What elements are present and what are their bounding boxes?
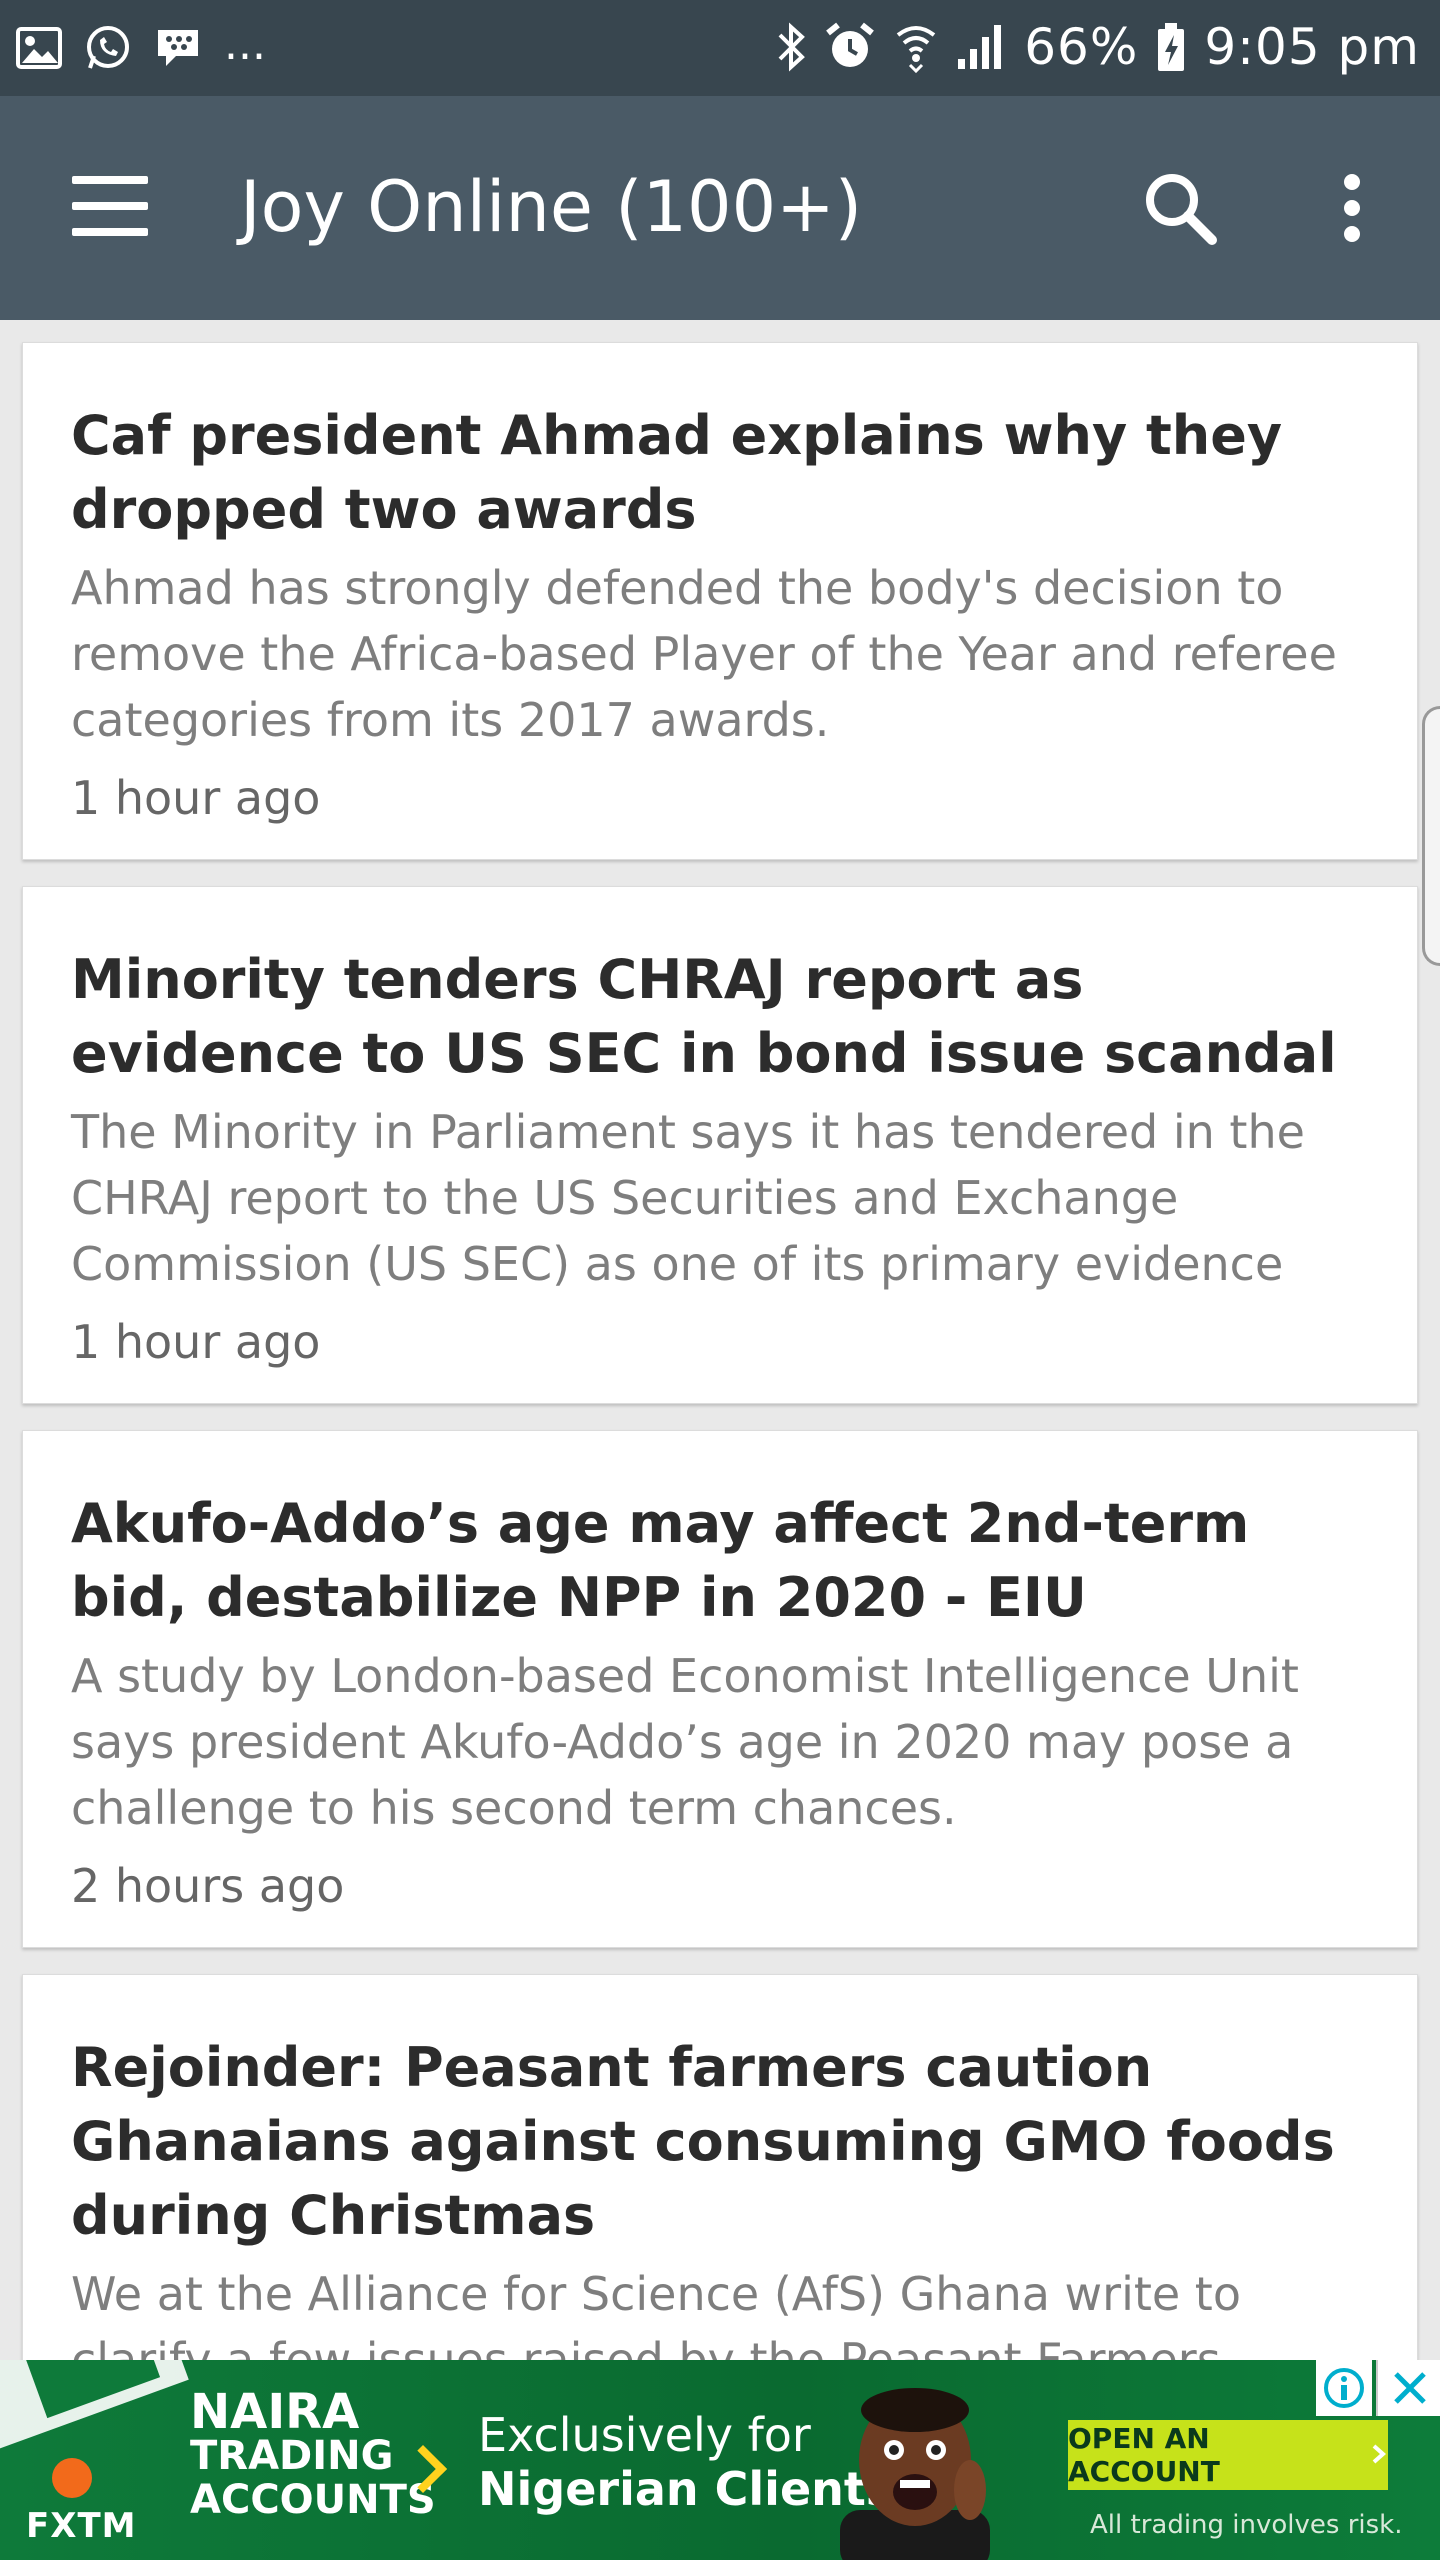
article-timestamp: 1 hour ago bbox=[71, 771, 321, 825]
article-timestamp: 2 hours ago bbox=[71, 1859, 345, 1913]
ad-headline-line: NAIRA bbox=[190, 2384, 360, 2440]
article-title: Akufo-Addo’s age may affect 2nd-term bid… bbox=[71, 1492, 1250, 1629]
article-title: Rejoinder: Peasant farmers caution Ghana… bbox=[71, 2036, 1335, 2247]
close-icon[interactable] bbox=[1376, 2360, 1440, 2416]
search-icon[interactable] bbox=[1140, 168, 1220, 248]
fast-scroll-handle[interactable] bbox=[1422, 706, 1440, 966]
clock: 9:05 pm bbox=[1204, 18, 1420, 76]
status-bar: ... 66% 9:05 pm bbox=[0, 0, 1440, 96]
signal-icon bbox=[956, 23, 1006, 71]
ad-brand: FXTM bbox=[26, 2506, 137, 2546]
article-summary: A study by London-based Economist Intell… bbox=[71, 1649, 1299, 1835]
wifi-icon bbox=[894, 21, 938, 73]
status-bar-system: 66% 9:05 pm bbox=[776, 14, 1420, 80]
article-timestamp: 1 hour ago bbox=[71, 1315, 321, 1369]
chevron-right-icon bbox=[1370, 2439, 1388, 2472]
battery-percentage: 66% bbox=[1024, 18, 1139, 76]
whatsapp-icon bbox=[84, 24, 132, 72]
more-notifications-indicator: ... bbox=[224, 18, 266, 70]
alarm-icon bbox=[824, 21, 876, 73]
ad-banner[interactable]: FXTM NAIRA TRADING ACCOUNTS Exclusively … bbox=[0, 2360, 1440, 2560]
status-bar-notifications: ... bbox=[16, 18, 266, 78]
ad-headline: NAIRA TRADING ACCOUNTS bbox=[190, 2384, 436, 2523]
ad-disclaimer: All trading involves risk. bbox=[1090, 2510, 1403, 2540]
fxtm-logo-icon bbox=[52, 2458, 92, 2498]
more-options-icon[interactable] bbox=[1328, 168, 1376, 248]
article-card[interactable]: Akufo-Addo’s age may affect 2nd-term bid… bbox=[22, 1430, 1418, 1948]
bbm-icon bbox=[154, 26, 202, 70]
article-title: Minority tenders CHRAJ report as evidenc… bbox=[71, 948, 1337, 1085]
page-title: Joy Online (100+) bbox=[240, 166, 863, 248]
battery-charging-icon bbox=[1156, 21, 1186, 73]
ad-person-image bbox=[820, 2380, 1010, 2560]
article-card[interactable]: Caf president Ahmad explains why they dr… bbox=[22, 342, 1418, 860]
bluetooth-icon bbox=[776, 21, 806, 73]
article-title: Caf president Ahmad explains why they dr… bbox=[71, 404, 1283, 541]
open-account-button[interactable]: OPEN AN ACCOUNT bbox=[1068, 2420, 1388, 2490]
article-summary: Ahmad has strongly defended the body's d… bbox=[71, 561, 1337, 747]
image-icon bbox=[16, 27, 62, 69]
app-bar: Joy Online (100+) bbox=[0, 96, 1440, 320]
ad-headline-line: ACCOUNTS bbox=[190, 2477, 436, 2523]
article-card[interactable]: Minority tenders CHRAJ report as evidenc… bbox=[22, 886, 1418, 1404]
ad-headline-line: TRADING bbox=[190, 2433, 394, 2479]
article-card[interactable]: Rejoinder: Peasant farmers caution Ghana… bbox=[22, 1974, 1418, 2394]
menu-icon[interactable] bbox=[72, 176, 148, 236]
ad-info-icon[interactable] bbox=[1316, 2360, 1372, 2416]
article-summary: The Minority in Parliament says it has t… bbox=[71, 1105, 1305, 1291]
open-account-label: OPEN AN ACCOUNT bbox=[1068, 2422, 1220, 2488]
